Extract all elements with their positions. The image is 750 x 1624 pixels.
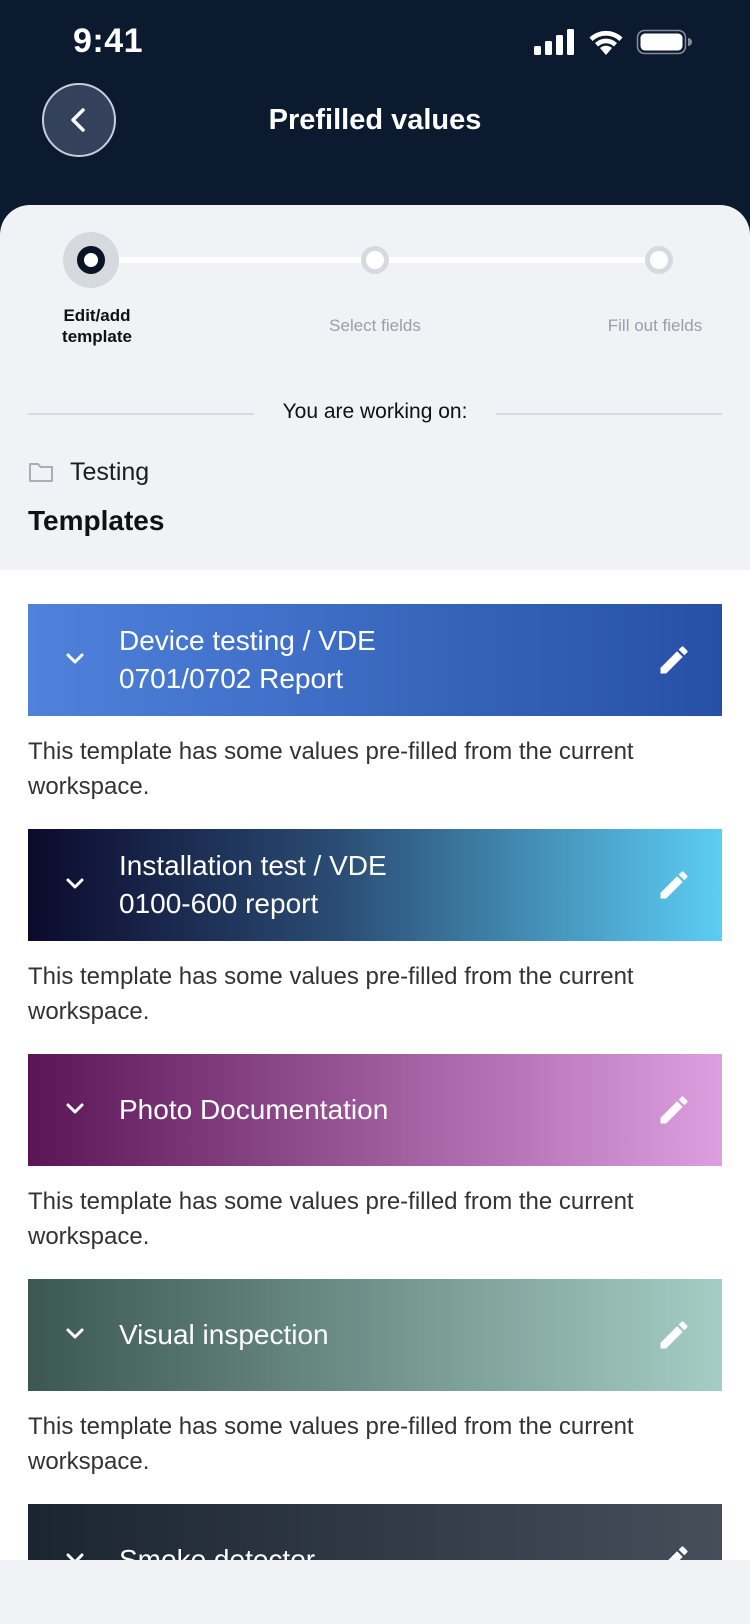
page-title: Prefilled values	[268, 104, 482, 136]
template-card: Smoke detector	[28, 1504, 722, 1560]
pencil-icon[interactable]	[656, 642, 692, 678]
working-on-divider: You are working on:	[28, 395, 722, 425]
step-2-label: Select fields	[329, 316, 421, 335]
step-3-indicator[interactable]	[645, 246, 673, 274]
pencil-icon[interactable]	[656, 867, 692, 903]
step-1-indicator[interactable]	[63, 232, 119, 288]
template-description: This template has some values pre-filled…	[28, 1413, 634, 1475]
status-time: 9:41	[73, 22, 144, 60]
template-card: Visual inspection This template has some…	[28, 1279, 722, 1479]
template-title-line1: Installation test / VDE	[119, 850, 387, 881]
chevron-down-icon	[66, 1553, 84, 1560]
folder-icon	[29, 463, 53, 482]
status-icons	[534, 29, 692, 55]
template-title-line2: 0100-600 report	[119, 888, 319, 919]
header: Prefilled values	[0, 78, 750, 188]
template-banner[interactable]: Device testing / VDE 0701/0702 Report	[28, 604, 722, 716]
pencil-icon[interactable]	[656, 1542, 692, 1560]
wifi-icon	[589, 30, 623, 55]
template-banner[interactable]: Installation test / VDE 0100-600 report	[28, 829, 722, 941]
workspace-row: Testing	[28, 455, 149, 489]
chevron-down-icon	[66, 653, 84, 664]
template-banner[interactable]: Visual inspection	[28, 1279, 722, 1391]
templates-heading: Templates	[28, 505, 165, 536]
cellular-signal-icon	[534, 29, 574, 55]
templates-list: Device testing / VDE 0701/0702 Report Th…	[0, 570, 750, 1560]
step-1-label: Edit/add template	[62, 306, 132, 346]
status-bar: 9:41	[0, 0, 750, 86]
workspace-name: Testing	[70, 457, 150, 486]
step-2-indicator[interactable]	[361, 246, 389, 274]
template-card: Photo Documentation This template has so…	[28, 1054, 722, 1254]
working-on-label: You are working on:	[282, 400, 468, 423]
template-title: Smoke detector	[119, 1544, 316, 1560]
template-banner[interactable]: Smoke detector	[28, 1504, 722, 1560]
chevron-down-icon	[66, 1103, 84, 1114]
pencil-icon[interactable]	[656, 1317, 692, 1353]
stepper: Edit/add template Select fields Fill out…	[0, 205, 750, 365]
template-card: Device testing / VDE 0701/0702 Report Th…	[28, 604, 722, 804]
content-sheet: Edit/add template Select fields Fill out…	[0, 205, 750, 1624]
template-title: Photo Documentation	[119, 1094, 389, 1125]
template-description: This template has some values pre-filled…	[28, 963, 634, 1025]
template-title: Visual inspection	[119, 1319, 329, 1350]
chevron-down-icon	[66, 1328, 84, 1339]
battery-icon	[636, 29, 692, 55]
pencil-icon[interactable]	[656, 1092, 692, 1128]
step-3-label: Fill out fields	[607, 316, 703, 335]
template-banner[interactable]: Photo Documentation	[28, 1054, 722, 1166]
chevron-down-icon	[66, 878, 84, 889]
template-card: Installation test / VDE 0100-600 report …	[28, 829, 722, 1029]
template-title-line2: 0701/0702 Report	[119, 663, 344, 694]
divider-line-right	[496, 413, 722, 415]
bottom-bar	[0, 1560, 750, 1624]
template-description: This template has some values pre-filled…	[28, 1188, 634, 1250]
template-title-line1: Device testing / VDE	[119, 625, 376, 656]
template-description: This template has some values pre-filled…	[28, 738, 634, 800]
